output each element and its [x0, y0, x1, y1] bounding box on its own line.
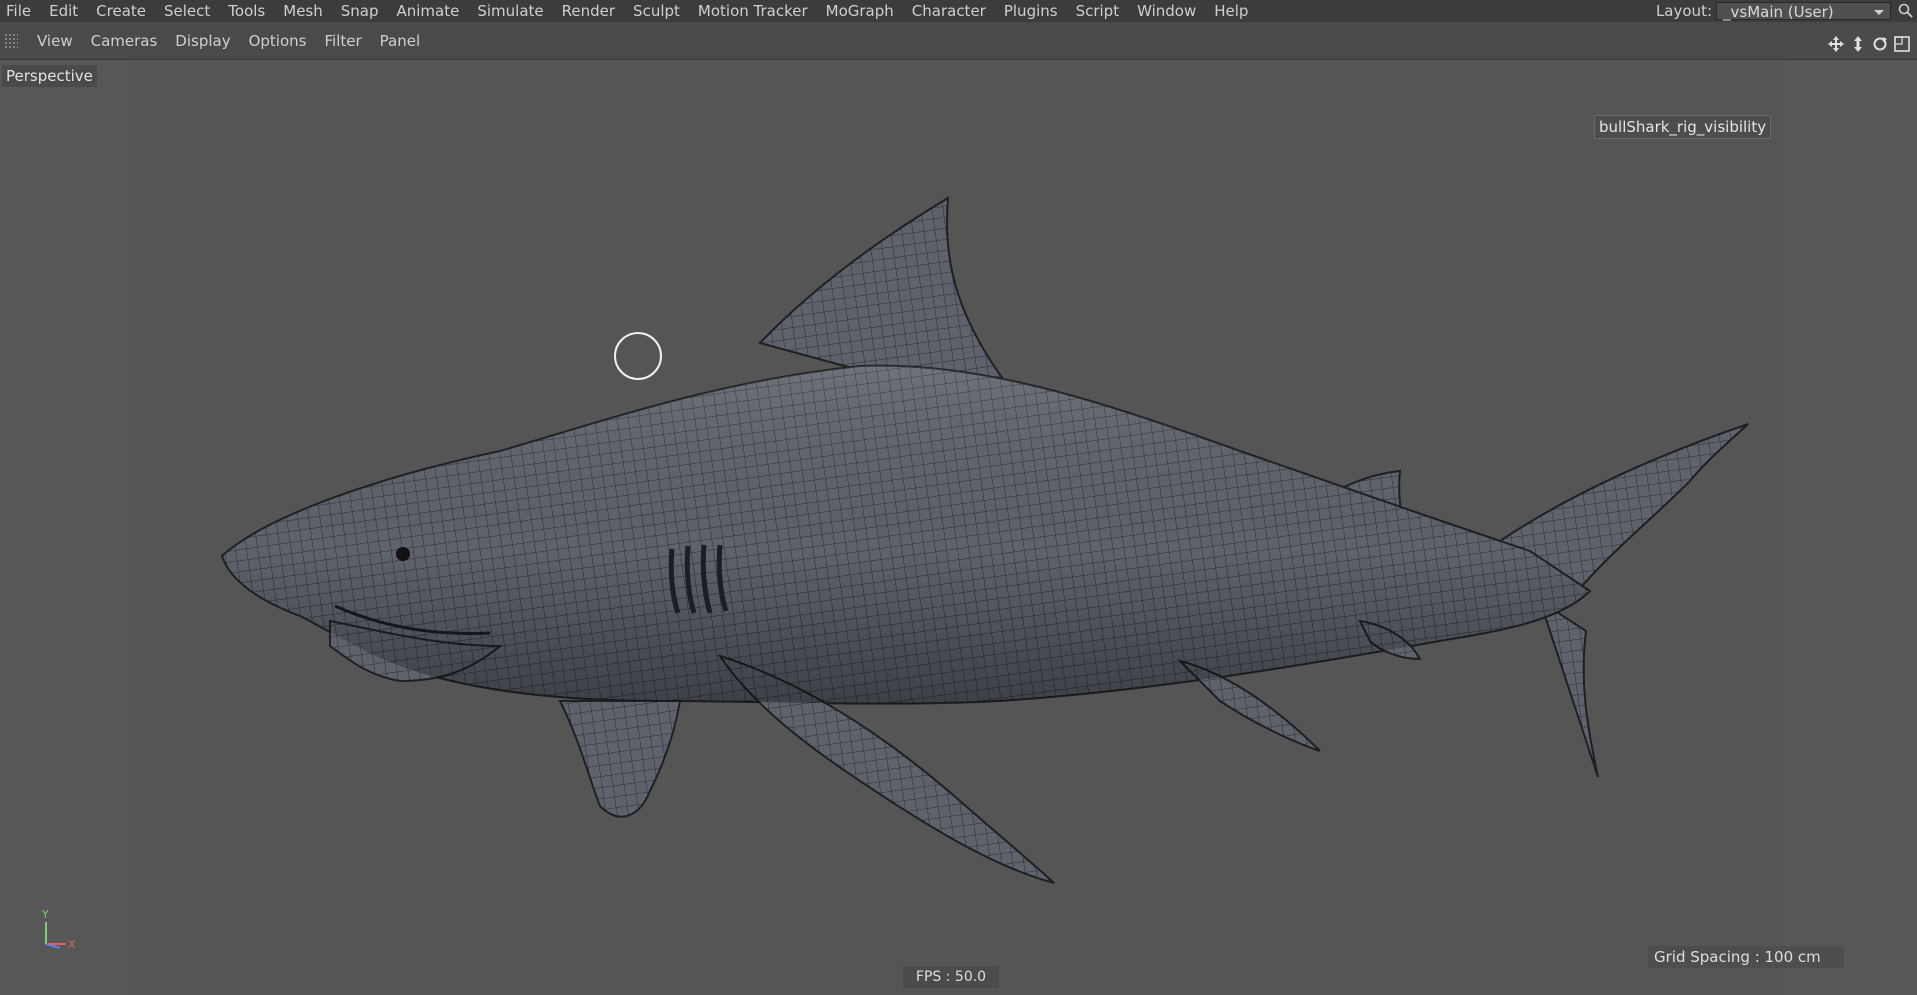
menu-window[interactable]: Window [1128, 0, 1205, 22]
layout-label: Layout: [1655, 2, 1712, 20]
chevron-down-icon [1874, 10, 1884, 15]
move-view-icon[interactable] [1827, 35, 1845, 53]
camera-label[interactable]: Perspective [2, 65, 97, 87]
layout-area: Layout: _vsMain (User) [1656, 0, 1917, 22]
grid-spacing-readout: Grid Spacing : 100 cm [1648, 946, 1844, 968]
axis-x-label: X [68, 938, 76, 951]
maximize-view-icon[interactable] [1893, 35, 1911, 53]
menu-sculpt[interactable]: Sculpt [624, 0, 689, 22]
shark-eye [396, 547, 410, 561]
menu-mograph[interactable]: MoGraph [817, 0, 903, 22]
toolbar-panel[interactable]: Panel [371, 22, 429, 60]
menu-motion-tracker[interactable]: Motion Tracker [689, 0, 817, 22]
toolbar-cameras[interactable]: Cameras [82, 22, 167, 60]
menu-render[interactable]: Render [553, 0, 624, 22]
toolbar-display[interactable]: Display [166, 22, 239, 60]
menu-help[interactable]: Help [1205, 0, 1257, 22]
viewport-toolbar: View Cameras Display Options Filter Pane… [0, 22, 1917, 60]
view-navigation-icons [1827, 35, 1911, 53]
layout-dropdown[interactable]: _vsMain (User) [1716, 2, 1891, 21]
menu-mesh[interactable]: Mesh [274, 0, 332, 22]
toolbar-view[interactable]: View [28, 22, 82, 60]
menu-create[interactable]: Create [87, 0, 155, 22]
menu-select[interactable]: Select [155, 0, 219, 22]
perspective-viewport[interactable]: Perspective bullShark_rig_visibility Y X… [0, 61, 1917, 995]
search-icon[interactable] [1897, 2, 1915, 20]
menu-simulate[interactable]: Simulate [468, 0, 552, 22]
toolbar-options[interactable]: Options [240, 22, 316, 60]
menu-plugins[interactable]: Plugins [995, 0, 1067, 22]
menu-file[interactable]: File [0, 0, 40, 22]
toolbar-filter[interactable]: Filter [315, 22, 370, 60]
rotate-view-icon[interactable] [1871, 35, 1889, 53]
cursor-circle [614, 332, 662, 380]
menu-snap[interactable]: Snap [332, 0, 388, 22]
zoom-view-icon[interactable] [1849, 35, 1867, 53]
shark-mesh[interactable] [0, 61, 1917, 995]
menu-bar: File Edit Create Select Tools Mesh Snap … [0, 0, 1917, 22]
grip-icon[interactable] [4, 32, 18, 49]
axis-gizmo: Y X [41, 908, 76, 951]
menu-edit[interactable]: Edit [40, 0, 87, 22]
axis-y-label: Y [41, 908, 49, 921]
layout-value: _vsMain (User) [1723, 3, 1834, 21]
menu-character[interactable]: Character [903, 0, 995, 22]
fps-readout: FPS : 50.0 [903, 966, 999, 988]
menu-tools[interactable]: Tools [219, 0, 274, 22]
object-visibility-tag[interactable]: bullShark_rig_visibility [1594, 115, 1772, 139]
menu-script[interactable]: Script [1067, 0, 1129, 22]
menu-animate[interactable]: Animate [388, 0, 469, 22]
